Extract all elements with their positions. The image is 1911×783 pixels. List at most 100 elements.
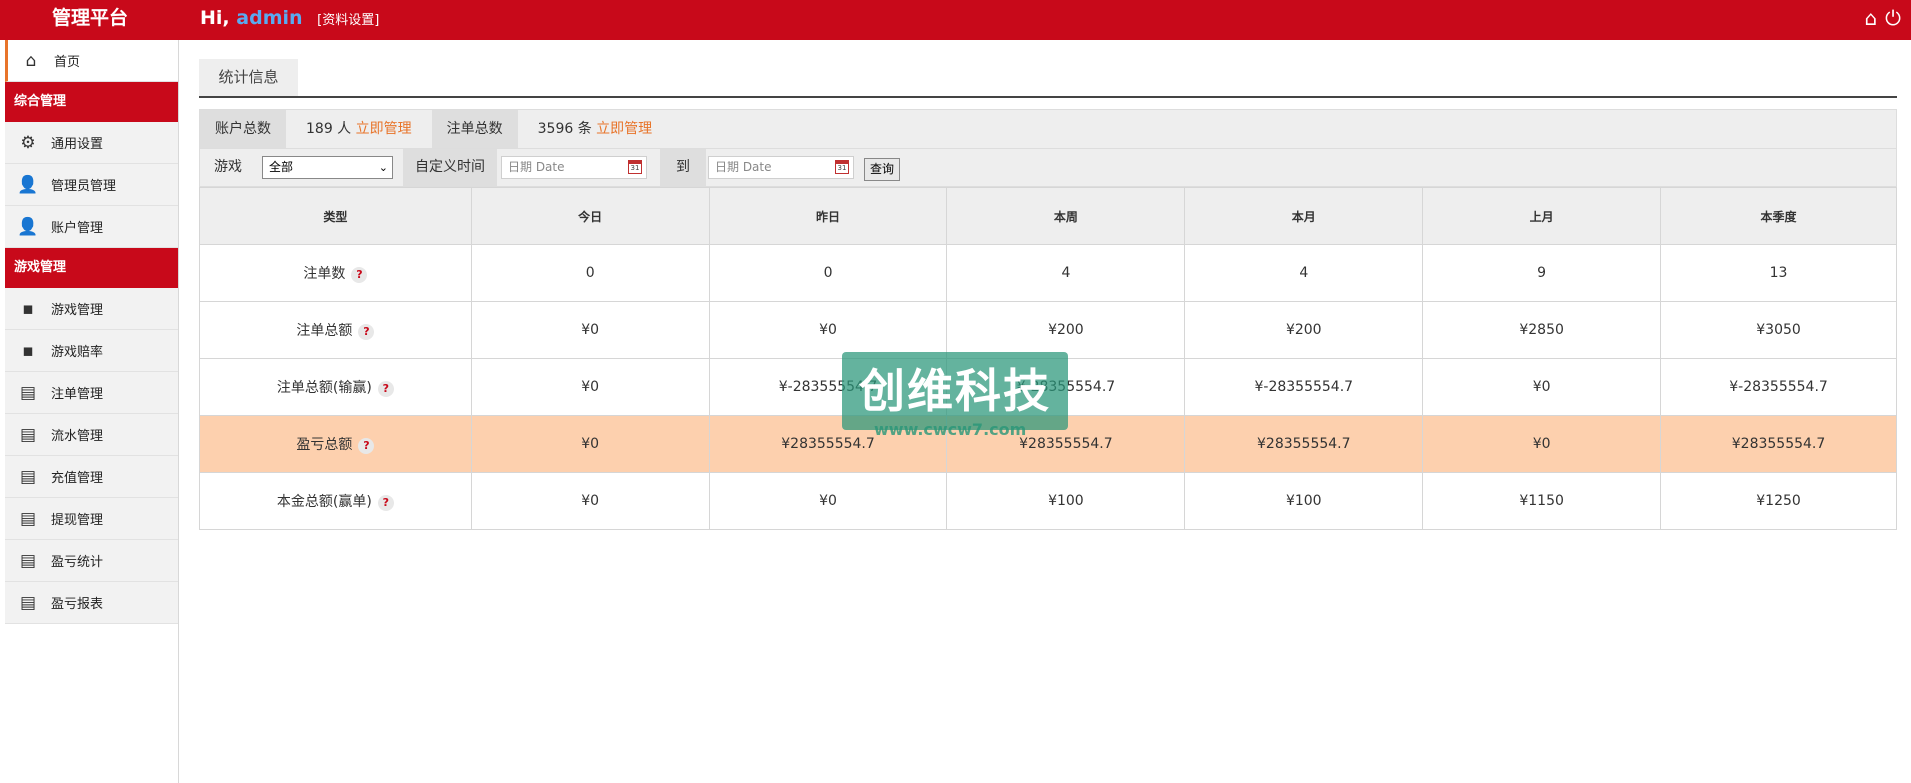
- greeting-text: Hi,: [200, 7, 230, 29]
- table-cell: ¥-28355554.7: [1184, 358, 1424, 416]
- tab-statistics[interactable]: 统计信息: [199, 59, 298, 96]
- doc-icon: ▤: [19, 466, 37, 487]
- table-cell: ¥0: [1422, 358, 1662, 416]
- table-cell: ¥28355554.7: [1184, 415, 1424, 473]
- chevron-down-icon: ⌄: [378, 161, 388, 174]
- help-icon[interactable]: ?: [358, 324, 375, 340]
- username: admin: [236, 7, 303, 29]
- sidebar-item-label: 通用设置: [51, 137, 104, 152]
- sidebar-item-label: 盈亏报表: [51, 597, 104, 612]
- game-select-value: 全部: [269, 160, 294, 174]
- help-icon[interactable]: ?: [377, 381, 394, 397]
- table-cell: ¥0: [470, 358, 710, 416]
- help-icon[interactable]: ?: [351, 267, 368, 283]
- filter-bar: 游戏 全部 ⌄ 自定义时间 日期 Date 31 到 日期 Date 31 查询: [199, 149, 1897, 187]
- sidebar: ⌂ 首页 综合管理 ⚙ 通用设置 👤 管理员管理 👤 账户管理 游戏管理 ▪ 游…: [5, 40, 178, 783]
- stats-summary: 账户总数 189 人 立即管理 注单总数 3596 条 立即管理: [199, 109, 1897, 149]
- game-select[interactable]: 全部 ⌄: [262, 156, 393, 179]
- date-to-input[interactable]: 日期 Date 31: [708, 156, 854, 179]
- table-cell: ¥0: [470, 415, 710, 473]
- table-cell: ¥28355554.7: [1660, 415, 1897, 473]
- table-row-highlighted: 盈亏总额? ¥0 ¥28355554.7 ¥28355554.7 ¥283555…: [199, 415, 1897, 473]
- table-cell: ¥100: [946, 472, 1186, 530]
- calendar-icon[interactable]: 31: [628, 160, 642, 174]
- column-header: 类型: [199, 187, 472, 245]
- sidebar-item-profit-stats[interactable]: ▤ 盈亏统计: [5, 540, 178, 582]
- tab-bar: 统计信息: [199, 59, 1897, 98]
- doc-icon: ▤: [19, 424, 37, 445]
- column-header: 本周: [946, 187, 1186, 245]
- custom-time-label: 自定义时间: [403, 149, 497, 186]
- doc-icon: ▤: [19, 382, 37, 403]
- sidebar-item-withdraw-manage[interactable]: ▤ 提现管理: [5, 498, 178, 540]
- table-cell: ¥100: [1184, 472, 1424, 530]
- table-cell: ¥200: [946, 301, 1186, 359]
- user-icon: 👤: [17, 216, 39, 237]
- help-icon[interactable]: ?: [377, 495, 394, 511]
- sidebar-item-label: 提现管理: [51, 513, 104, 528]
- column-header: 本月: [1184, 187, 1424, 245]
- sidebar-section-general: 综合管理: [5, 82, 178, 122]
- row-type-cell: 注单总额?: [199, 301, 472, 359]
- sidebar-item-label: 盈亏统计: [51, 555, 104, 570]
- table-cell: ¥1150: [1422, 472, 1662, 530]
- sidebar-item-game-odds[interactable]: ▪ 游戏赔率: [5, 330, 178, 372]
- sidebar-item-profit-report[interactable]: ▤ 盈亏报表: [5, 582, 178, 624]
- sidebar-item-flow-manage[interactable]: ▤ 流水管理: [5, 414, 178, 456]
- sidebar-item-account-manage[interactable]: 👤 账户管理: [5, 206, 178, 248]
- sidebar-item-game-manage[interactable]: ▪ 游戏管理: [5, 288, 178, 330]
- user-manage-icon: 👤: [17, 174, 39, 195]
- sidebar-item-label: 首页: [54, 55, 81, 70]
- table-row: 注单数? 0 0 4 4 9 13: [199, 244, 1897, 302]
- row-type-label: 盈亏总额: [296, 437, 353, 453]
- to-label: 到: [660, 149, 706, 186]
- date-from-input[interactable]: 日期 Date 31: [501, 156, 647, 179]
- sidebar-item-bet-manage[interactable]: ▤ 注单管理: [5, 372, 178, 414]
- sidebar-item-admin-manage[interactable]: 👤 管理员管理: [5, 164, 178, 206]
- table-cell: ¥0: [470, 472, 710, 530]
- bets-manage-link[interactable]: 立即管理: [596, 121, 652, 137]
- table-cell: ¥0: [708, 472, 948, 530]
- column-header: 今日: [470, 187, 710, 245]
- table-row: 注单总额(输赢)? ¥0 ¥-28355554.7 ¥-28355554.7 ¥…: [199, 358, 1897, 416]
- sidebar-item-label: 注单管理: [51, 387, 104, 402]
- sidebar-item-recharge-manage[interactable]: ▤ 充值管理: [5, 456, 178, 498]
- sidebar-item-label: 账户管理: [51, 221, 104, 236]
- query-button[interactable]: 查询: [864, 158, 901, 181]
- sidebar-item-general-settings[interactable]: ⚙ 通用设置: [5, 122, 178, 164]
- date-from-placeholder: 日期 Date: [508, 160, 565, 174]
- profile-settings-link[interactable]: [资料设置]: [317, 13, 379, 28]
- statistics-table: 类型 今日 昨日 本周 本月 上月 本季度 注单数? 0 0 4 4 9 13 …: [199, 187, 1897, 530]
- sidebar-item-label: 游戏管理: [51, 303, 104, 318]
- bets-total-value: 3596 条 立即管理: [518, 110, 673, 148]
- home-icon: ⌂: [25, 50, 37, 71]
- column-header: 昨日: [708, 187, 948, 245]
- home-icon[interactable]: ⌂: [1864, 6, 1877, 30]
- date-to-placeholder: 日期 Date: [715, 160, 772, 174]
- table-cell: ¥-28355554.7: [1660, 358, 1897, 416]
- sidebar-item-home[interactable]: ⌂ 首页: [5, 40, 178, 82]
- row-type-cell: 盈亏总额?: [199, 415, 472, 473]
- accounts-total-label: 账户总数: [200, 110, 286, 148]
- table-cell: ¥2850: [1422, 301, 1662, 359]
- table-cell: ¥-28355554.7: [708, 358, 948, 416]
- calendar-icon[interactable]: 31: [835, 160, 849, 174]
- sidebar-section-game: 游戏管理: [5, 248, 178, 288]
- table-cell: 9: [1422, 244, 1662, 302]
- table-cell: ¥28355554.7: [708, 415, 948, 473]
- table-cell: ¥1250: [1660, 472, 1897, 530]
- power-icon[interactable]: ⏻: [1885, 6, 1901, 30]
- sidebar-item-label: 流水管理: [51, 429, 104, 444]
- doc-icon: ▤: [19, 508, 37, 529]
- row-type-label: 注单总额(输赢): [276, 380, 372, 396]
- brand-title: 管理平台: [51, 7, 128, 29]
- bets-count: 3596 条: [537, 121, 592, 137]
- table-cell: 4: [1184, 244, 1424, 302]
- row-type-label: 注单总额: [296, 323, 353, 339]
- top-bar: 管理平台 Hi, admin [资料设置] ⌂ ⏻: [0, 0, 1911, 40]
- sidebar-item-label: 游戏赔率: [51, 345, 104, 360]
- top-icons: ⌂ ⏻: [1864, 6, 1901, 30]
- help-icon[interactable]: ?: [358, 438, 375, 454]
- accounts-manage-link[interactable]: 立即管理: [356, 121, 412, 137]
- row-type-label: 本金总额(赢单): [276, 494, 372, 510]
